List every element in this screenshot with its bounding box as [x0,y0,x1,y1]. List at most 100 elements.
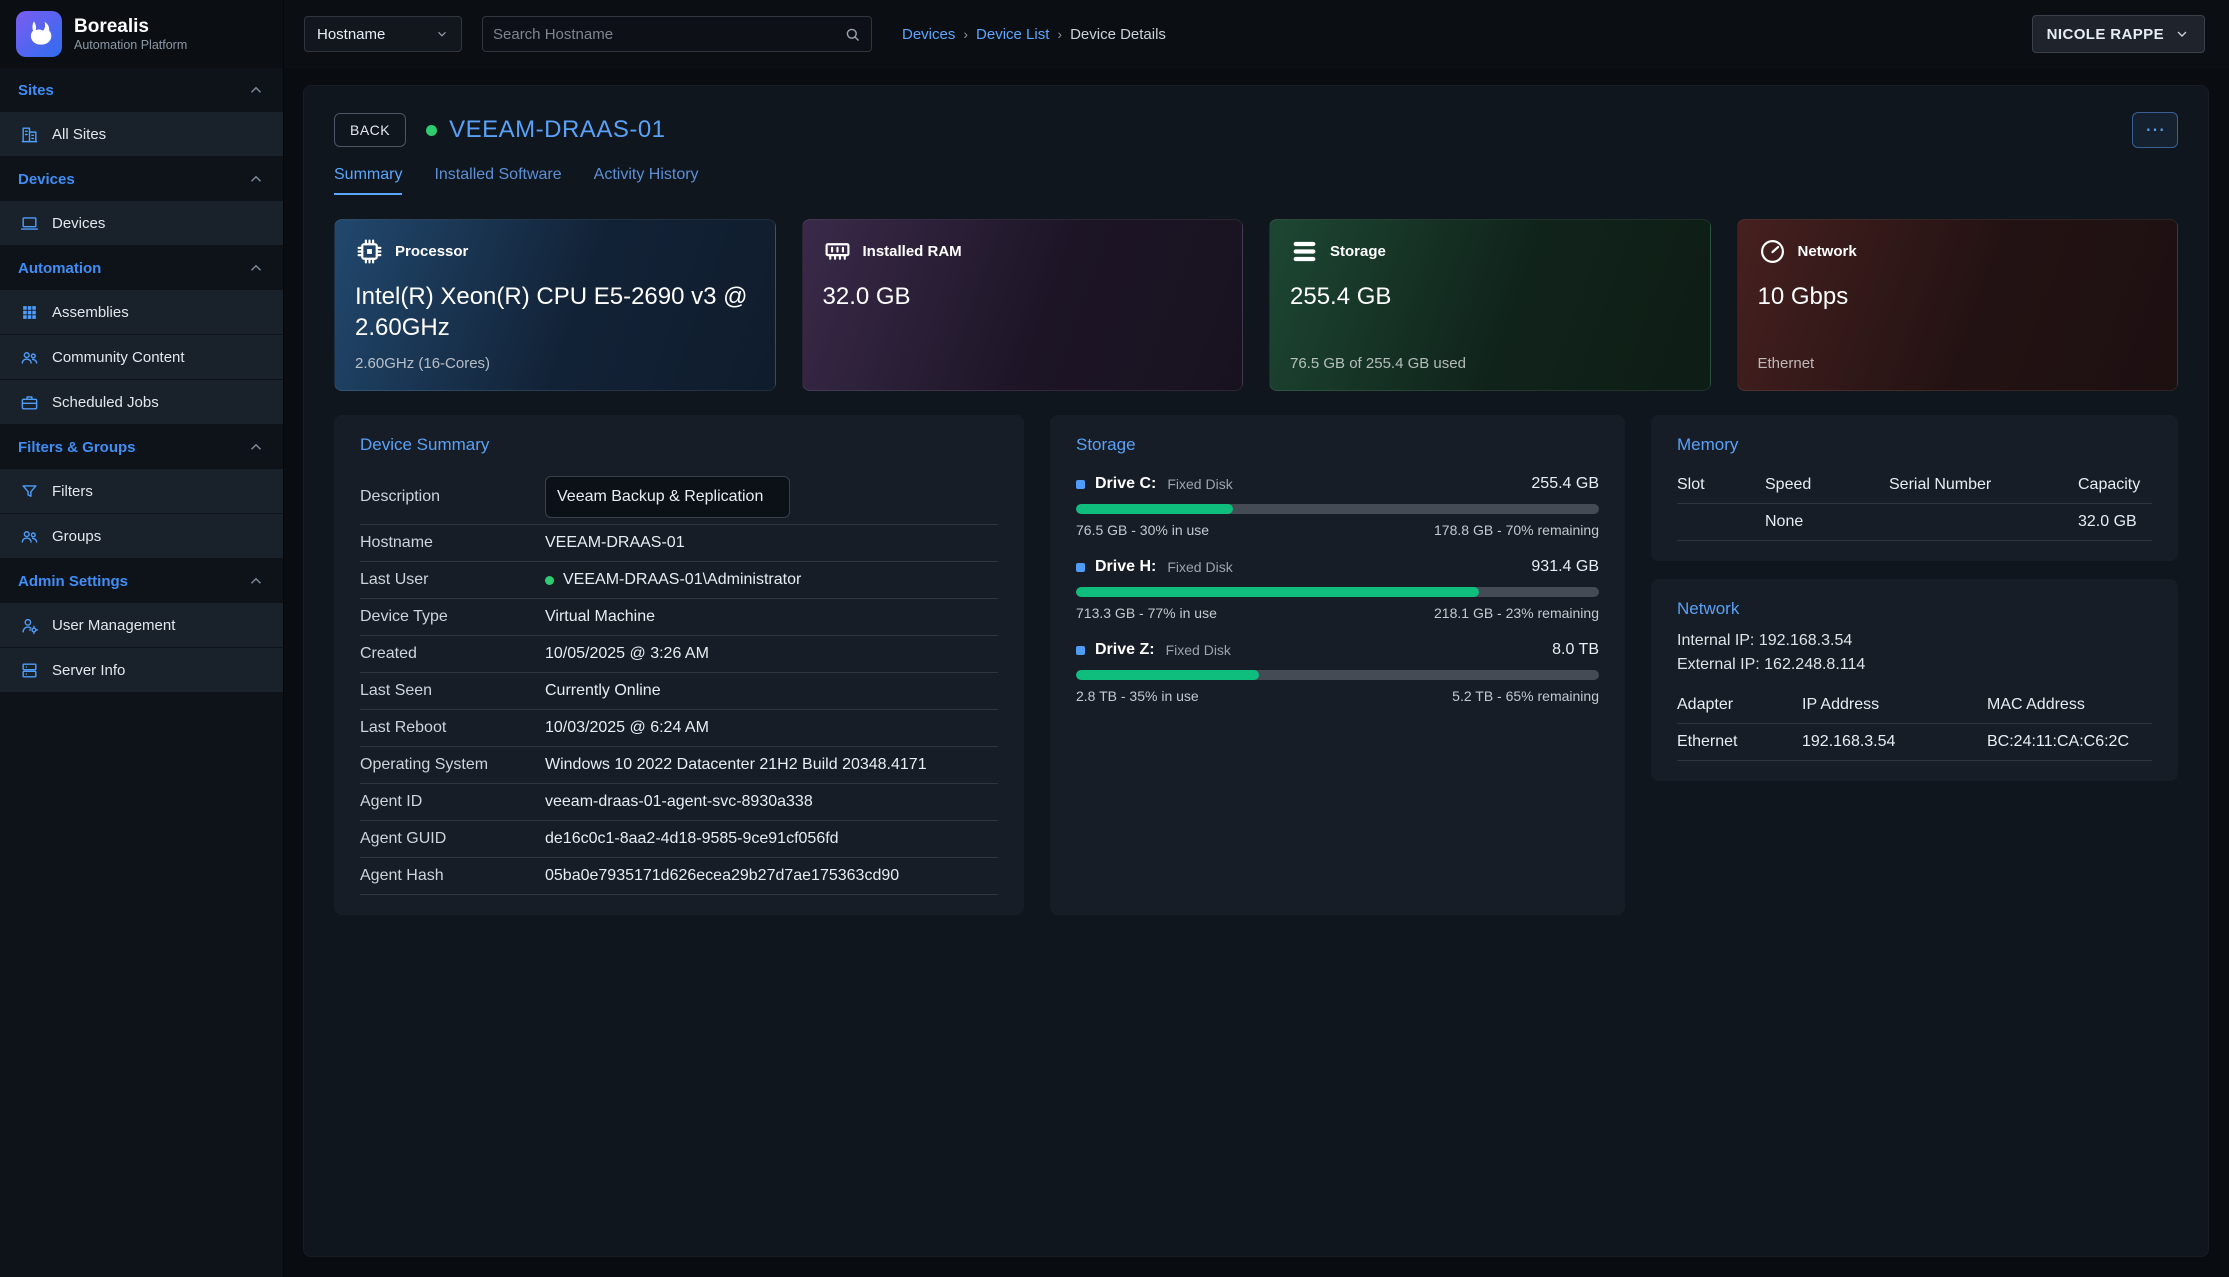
storage-panel: Storage Drive C: Fixed Disk 255.4 GB 76.… [1050,415,1625,915]
briefcase-icon [20,393,39,412]
drive-usage-bar [1076,670,1599,680]
sidebar-section-filters-groups[interactable]: Filters & Groups [0,425,283,469]
chevron-up-icon [247,572,265,590]
row-value: Currently Online [545,682,661,700]
brand-header[interactable]: Borealis Automation Platform [0,0,283,68]
section-label: Sites [18,82,54,99]
drive-size: 255.4 GB [1531,475,1599,493]
card-title: Installed RAM [863,243,962,260]
chevron-up-icon [247,170,265,188]
row-label: Last Reboot [360,719,545,737]
sidebar-item-label: Assemblies [52,304,129,321]
network-card: Network 10 Gbps Ethernet [1737,219,2179,391]
sidebar-item-scheduled-jobs[interactable]: Scheduled Jobs [0,380,283,425]
summary-row-last-reboot: Last Reboot 10/03/2025 @ 6:24 AM [360,710,998,747]
description-input[interactable] [545,476,790,518]
drive-icon [1076,646,1085,655]
back-button[interactable]: BACK [334,113,406,147]
app-root: Borealis Automation Platform Sites All S… [0,0,2229,1277]
panel-title: Storage [1076,435,1599,455]
network-panel: Network Internal IP: 192.168.3.54 Extern… [1651,579,2178,781]
drive-usage-bar [1076,587,1599,597]
column-header: Slot [1677,467,1765,504]
main-column: Hostname Devices › Device List › Device … [284,0,2229,1277]
card-footer: Ethernet [1758,355,2158,373]
sidebar-item-label: User Management [52,617,175,634]
sidebar-item-all-sites[interactable]: All Sites [0,112,283,157]
breadcrumb-device-list[interactable]: Device List [976,26,1049,43]
sidebar-item-label: Groups [52,528,101,545]
processor-card: Processor Intel(R) Xeon(R) CPU E5-2690 v… [334,219,776,391]
drive-used-text: 713.3 GB - 77% in use [1076,605,1217,621]
sidebar-item-label: Scheduled Jobs [52,394,159,411]
drive-used-text: 76.5 GB - 30% in use [1076,522,1209,538]
tab-installed-software[interactable]: Installed Software [434,166,561,195]
drive-remaining-text: 178.8 GB - 70% remaining [1434,522,1599,538]
memory-table: Slot Speed Serial Number Capacity None 3… [1677,467,2152,541]
sidebar-item-groups[interactable]: Groups [0,514,283,559]
sidebar-section-admin-settings[interactable]: Admin Settings [0,559,283,603]
laptop-icon [20,214,39,233]
sidebar-item-label: Filters [52,483,93,500]
drive-type: Fixed Disk [1167,476,1232,492]
sidebar-item-filters[interactable]: Filters [0,469,283,514]
column-header: Capacity [2078,467,2152,504]
sidebar-item-assemblies[interactable]: Assemblies [0,290,283,335]
sidebar-section-sites[interactable]: Sites [0,68,283,112]
summary-row-hostname: Hostname VEEAM-DRAAS-01 [360,525,998,562]
row-value: veeam-draas-01-agent-svc-8930a338 [545,793,813,811]
breadcrumb-separator: › [963,26,968,42]
cpu-icon [355,237,384,266]
drive-row-z: Drive Z: Fixed Disk 8.0 TB 2.8 TB - 35% … [1076,641,1599,704]
column-header: Speed [1765,467,1889,504]
table-cell: 192.168.3.54 [1802,724,1987,761]
page-header: BACK VEEAM-DRAAS-01 ⋯ [334,112,2178,148]
sidebar-item-server-info[interactable]: Server Info [0,648,283,693]
sidebar-section-automation[interactable]: Automation [0,246,283,290]
panel-title: Memory [1677,435,2152,455]
column-header: IP Address [1802,687,1987,724]
table-cell: None [1765,504,1889,541]
row-value: 10/03/2025 @ 6:24 AM [545,719,709,737]
drive-remaining-text: 5.2 TB - 65% remaining [1452,688,1599,704]
row-label: Description [360,488,545,506]
drive-name: Drive H: [1095,558,1156,576]
tab-summary[interactable]: Summary [334,166,402,195]
brand-tagline: Automation Platform [74,38,187,52]
user-name: NICOLE RAPPE [2047,26,2164,43]
row-label: Agent GUID [360,830,545,848]
user-gear-icon [20,616,39,635]
breadcrumb-devices[interactable]: Devices [902,26,955,43]
network-table: Adapter IP Address MAC Address Ethernet … [1677,687,2152,761]
search-input[interactable] [493,26,844,43]
row-label: Last Seen [360,682,545,700]
table-cell: Ethernet [1677,724,1802,761]
summary-row-agent-id: Agent ID veeam-draas-01-agent-svc-8930a3… [360,784,998,821]
sidebar-item-devices[interactable]: Devices [0,201,283,246]
grid-icon [20,303,39,322]
table-cell: 32.0 GB [2078,504,2152,541]
detail-panels-row: Device Summary Description Hostname VEEA… [334,415,2178,915]
sidebar-item-user-management[interactable]: User Management [0,603,283,648]
drive-icon [1076,480,1085,489]
brand-name: Borealis [74,16,187,38]
search-icon[interactable] [844,26,861,43]
online-status-dot [426,125,437,136]
search-field-dropdown[interactable]: Hostname [304,16,462,52]
page-title: VEEAM-DRAAS-01 [449,116,665,144]
drive-type: Fixed Disk [1167,559,1232,575]
sidebar-item-label: Server Info [52,662,125,679]
column-header: MAC Address [1987,687,2152,724]
sidebar-item-community-content[interactable]: Community Content [0,335,283,380]
tab-activity-history[interactable]: Activity History [594,166,699,195]
row-value: 10/05/2025 @ 3:26 AM [545,645,709,663]
user-menu-button[interactable]: NICOLE RAPPE [2032,15,2205,53]
column-header: Adapter [1677,687,1802,724]
more-actions-button[interactable]: ⋯ [2132,112,2178,148]
breadcrumb-device-details: Device Details [1070,26,1166,43]
card-title: Network [1798,243,1857,260]
table-cell: BC:24:11:CA:C6:2C [1987,724,2152,761]
sidebar-section-devices[interactable]: Devices [0,157,283,201]
side-panels-column: Memory Slot Speed Serial Number Capacity… [1651,415,2178,781]
row-value: Virtual Machine [545,608,655,626]
